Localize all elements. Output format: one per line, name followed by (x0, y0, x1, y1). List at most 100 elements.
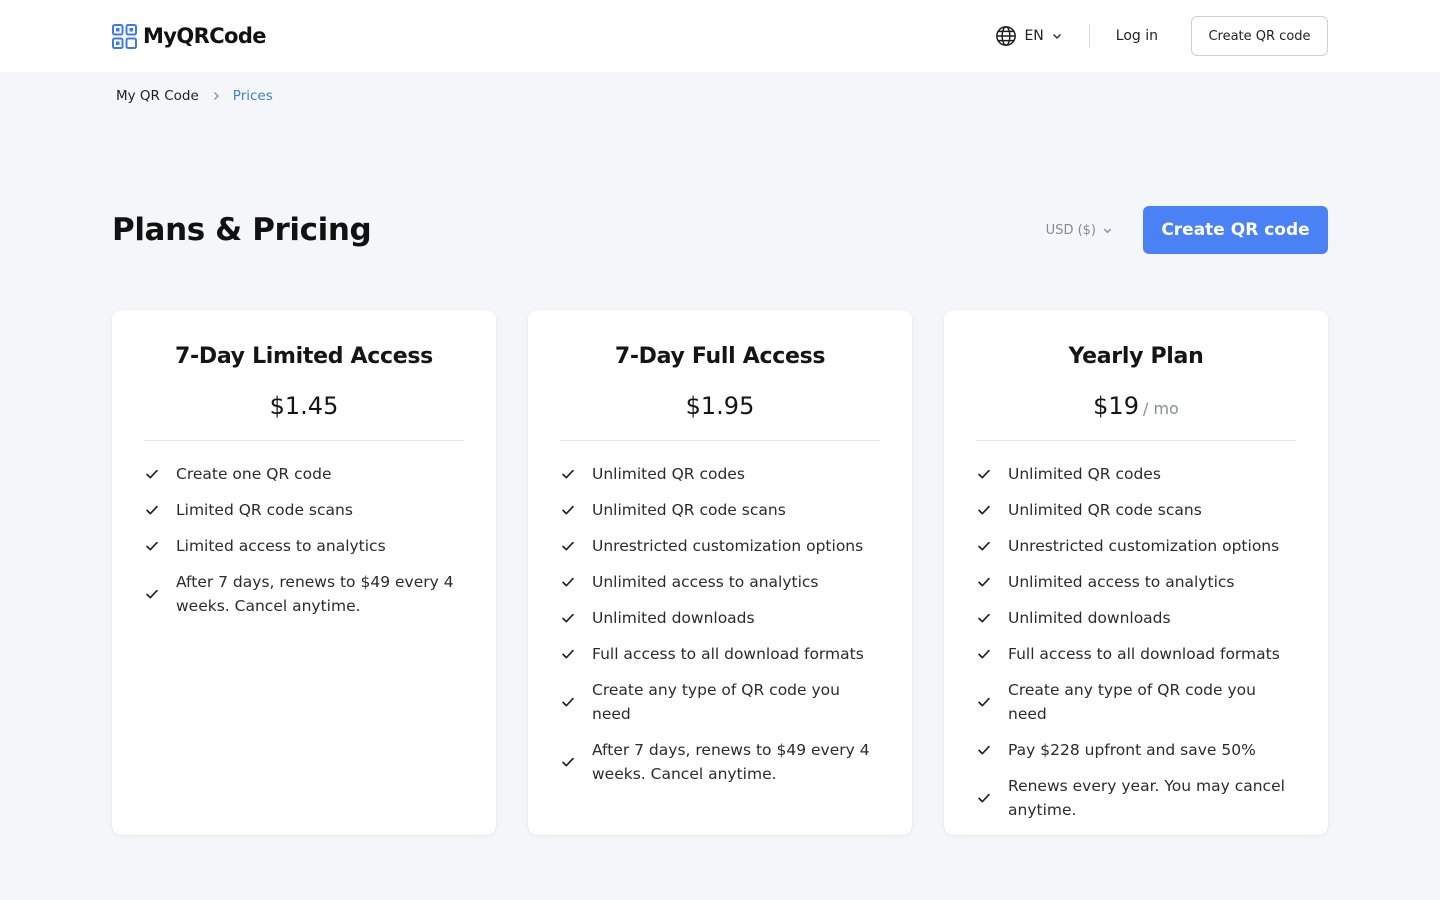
plan-feature-list: Create one QR code Limited QR code scans L… (144, 462, 464, 618)
plan-feature-item: Renews every year. You may cancel anytim… (976, 774, 1296, 822)
plan-feature-text: Limited QR code scans (176, 501, 353, 519)
plan-card-full-7day: 7-Day Full Access $1.95 Unlimited QR cod… (528, 310, 912, 835)
plan-feature-list: Unlimited QR codes Unlimited QR code scan… (560, 462, 880, 786)
check-icon (978, 697, 990, 707)
header-create-qr-button[interactable]: Create QR code (1191, 16, 1328, 56)
plan-feature-item: Unlimited QR codes (976, 462, 1296, 486)
check-icon (146, 541, 158, 551)
logo[interactable]: MyQRCode (112, 23, 267, 49)
plan-feature-text: After 7 days, renews to $49 every 4 week… (176, 573, 454, 615)
plan-feature-text: Unlimited downloads (592, 609, 755, 627)
check-icon (562, 757, 574, 767)
plan-feature-text: Unrestricted customization options (592, 537, 864, 555)
check-icon (978, 613, 990, 623)
plan-feature-text: Unlimited QR codes (592, 465, 745, 483)
plan-feature-text: Unlimited downloads (1008, 609, 1171, 627)
check-icon (146, 589, 158, 599)
check-icon (562, 649, 574, 659)
top-header: MyQRCode EN Log in Create QR code (0, 0, 1440, 72)
check-icon (146, 505, 158, 515)
check-icon (978, 469, 990, 479)
plan-feature-text: After 7 days, renews to $49 every 4 week… (592, 741, 870, 783)
check-icon (978, 649, 990, 659)
plan-feature-text: Unlimited QR codes (1008, 465, 1161, 483)
check-icon (978, 745, 990, 755)
plan-price: $1.95 (685, 392, 755, 420)
breadcrumb: My QR Code Prices (116, 88, 273, 104)
breadcrumb-home-link[interactable]: My QR Code (116, 88, 199, 104)
chevron-right-icon (213, 92, 219, 100)
plan-feature-item: Unlimited QR code scans (560, 498, 880, 522)
plan-feature-item: Unlimited downloads (976, 606, 1296, 630)
plan-feature-text: Unlimited access to analytics (1008, 573, 1235, 591)
plan-price-row: $19/ mo (976, 392, 1296, 422)
plan-feature-item: Pay $228 upfront and save 50% (976, 738, 1296, 762)
plan-feature-item: Create any type of QR code you need (976, 678, 1296, 726)
currency-selector[interactable]: USD ($) (1046, 223, 1113, 238)
language-code: EN (1024, 28, 1044, 44)
check-icon (562, 613, 574, 623)
plan-feature-item: Unlimited QR codes (560, 462, 880, 486)
create-qr-code-button[interactable]: Create QR code (1143, 206, 1328, 254)
plan-feature-item: Unrestricted customization options (560, 534, 880, 558)
pricing-title-row: Plans & Pricing USD ($) Create QR code (112, 206, 1328, 254)
plan-feature-item: After 7 days, renews to $49 every 4 week… (560, 738, 880, 786)
language-selector[interactable]: EN (995, 25, 1062, 47)
plan-feature-text: Unlimited QR code scans (1008, 501, 1202, 519)
plan-feature-item: Create one QR code (144, 462, 464, 486)
logo-text: MyQRCode (143, 24, 267, 48)
breadcrumb-current: Prices (232, 88, 273, 104)
plan-name: Yearly Plan (1068, 344, 1204, 369)
plan-price-row: $1.45 (144, 392, 464, 422)
check-icon (562, 541, 574, 551)
plan-feature-item: After 7 days, renews to $49 every 4 week… (144, 570, 464, 618)
plan-feature-item: Full access to all download formats (976, 642, 1296, 666)
check-icon (562, 577, 574, 587)
check-icon (562, 505, 574, 515)
plan-divider (144, 440, 464, 441)
plan-divider (560, 440, 880, 441)
plan-feature-item: Limited access to analytics (144, 534, 464, 558)
header-divider (1088, 24, 1090, 48)
plan-feature-text: Full access to all download formats (1008, 645, 1280, 663)
plan-feature-text: Limited access to analytics (176, 537, 386, 555)
plan-name: 7-Day Full Access (614, 344, 826, 369)
plan-feature-text: Create any type of QR code you need (592, 681, 840, 723)
plan-price: $19 (1093, 392, 1139, 420)
check-icon (978, 577, 990, 587)
plan-card-yearly: Yearly Plan $19/ mo Unlimited QR codes Un… (944, 310, 1328, 835)
plan-feature-text: Unlimited access to analytics (592, 573, 819, 591)
plan-feature-item: Unlimited access to analytics (976, 570, 1296, 594)
pricing-plans: 7-Day Limited Access $1.45 Create one QR… (112, 310, 1328, 835)
plan-feature-item: Unlimited QR code scans (976, 498, 1296, 522)
plan-feature-text: Pay $228 upfront and save 50% (1008, 741, 1256, 759)
check-icon (146, 469, 158, 479)
check-icon (978, 505, 990, 515)
login-link[interactable]: Log in (1116, 28, 1158, 44)
plan-feature-text: Unrestricted customization options (1008, 537, 1280, 555)
plan-feature-text: Create one QR code (176, 465, 332, 483)
chevron-down-icon (1052, 33, 1061, 40)
header-actions: EN Log in Create QR code (995, 16, 1328, 56)
plan-feature-item: Create any type of QR code you need (560, 678, 880, 726)
plan-feature-list: Unlimited QR codes Unlimited QR code scan… (976, 462, 1296, 822)
check-icon (562, 697, 574, 707)
plan-feature-item: Limited QR code scans (144, 498, 464, 522)
plan-feature-item: Full access to all download formats (560, 642, 880, 666)
plan-card-limited-7day: 7-Day Limited Access $1.45 Create one QR… (112, 310, 496, 835)
plan-price-row: $1.95 (560, 392, 880, 422)
plan-name: 7-Day Limited Access (175, 344, 433, 369)
page-title: Plans & Pricing (112, 212, 372, 248)
chevron-down-icon (1103, 228, 1112, 233)
plan-feature-text: Create any type of QR code you need (1008, 681, 1256, 723)
globe-icon (996, 26, 1017, 46)
plan-price-period: / mo (1142, 399, 1179, 418)
qr-grid-icon (112, 23, 137, 49)
plan-divider (976, 440, 1296, 441)
check-icon (978, 541, 990, 551)
currency-label: USD ($) (1045, 222, 1096, 238)
plan-feature-text: Renews every year. You may cancel anytim… (1008, 777, 1285, 819)
check-icon (978, 793, 990, 803)
plan-feature-item: Unlimited downloads (560, 606, 880, 630)
plan-price: $1.45 (269, 392, 339, 420)
